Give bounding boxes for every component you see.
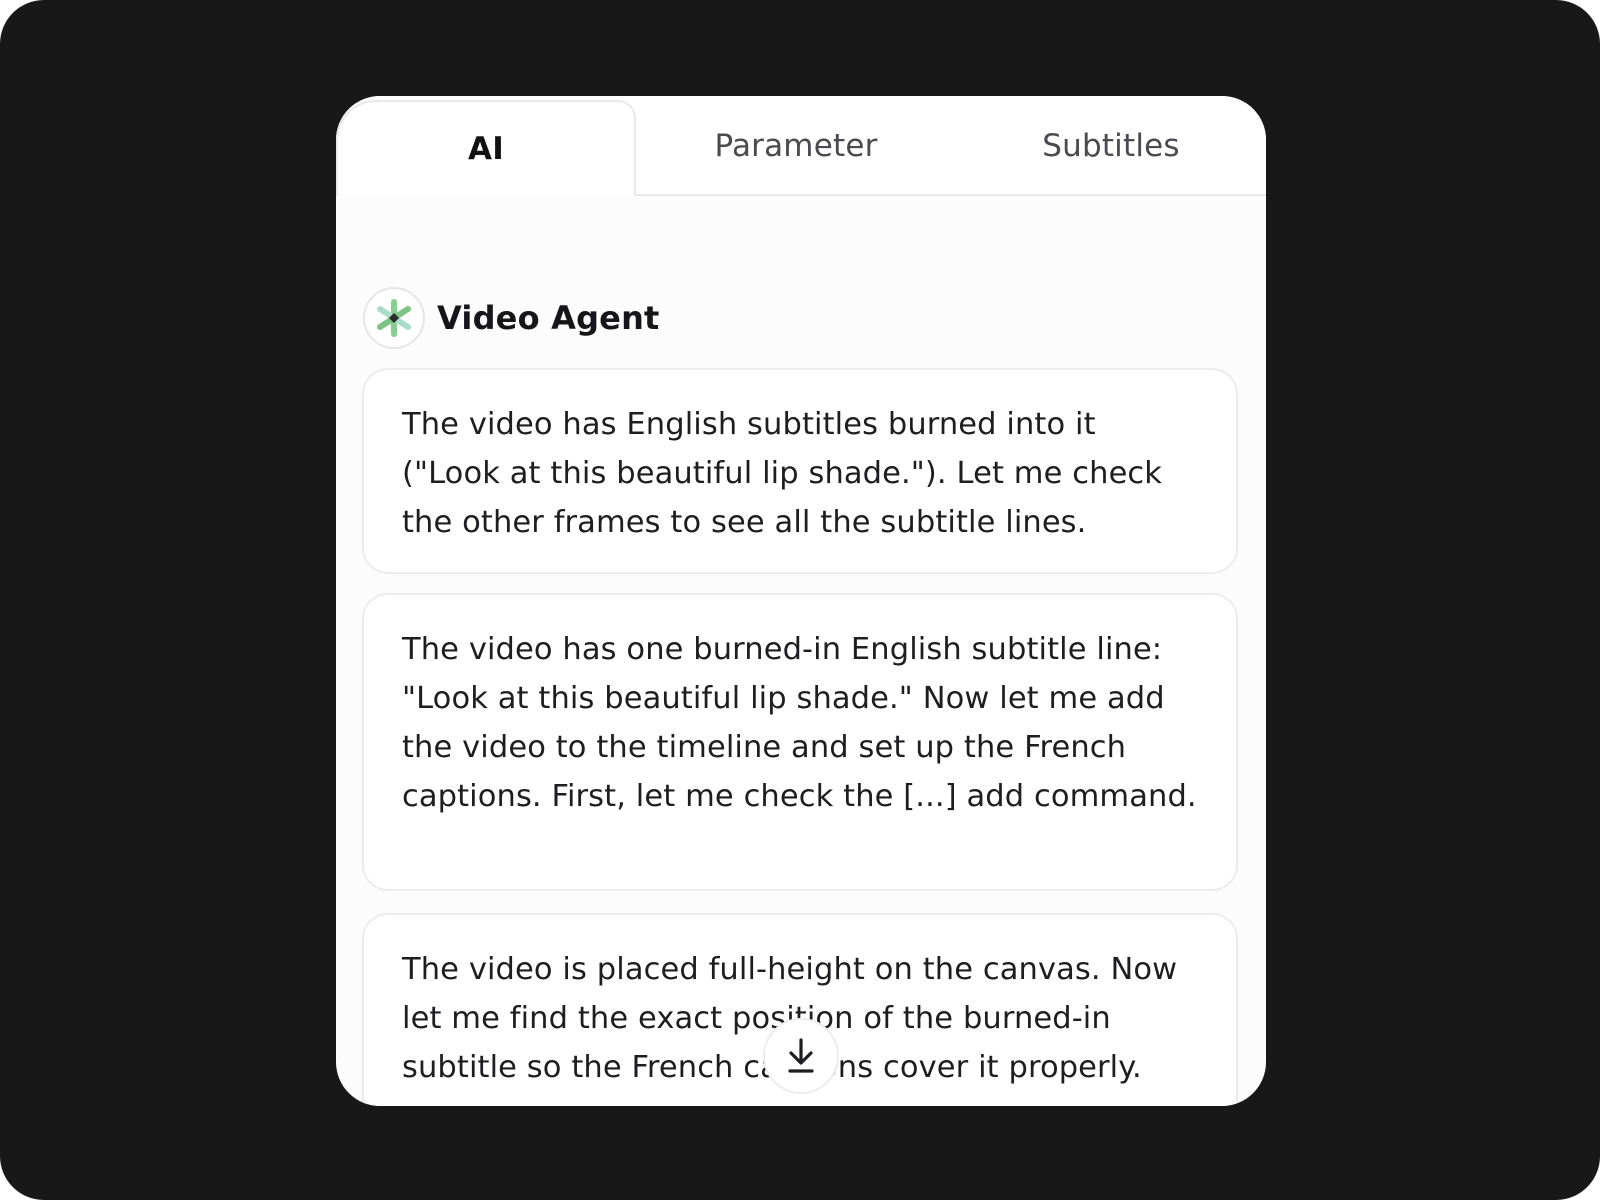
tab-ai[interactable]: AI [336, 100, 636, 196]
ai-panel: AI Parameter Subtitles Video Agent The v… [336, 96, 1266, 1106]
scroll-to-bottom-button[interactable] [763, 1018, 839, 1094]
app-backdrop: AI Parameter Subtitles Video Agent The v… [0, 0, 1600, 1200]
tab-bar: AI Parameter Subtitles [336, 96, 1266, 196]
tab-parameter[interactable]: Parameter [636, 96, 956, 196]
message-text: The video has English subtitles burned i… [402, 407, 1163, 540]
message-card: The video has one burned-in English subt… [362, 593, 1238, 891]
message-card: The video has English subtitles burned i… [362, 368, 1238, 574]
agent-name: Video Agent [437, 299, 660, 337]
sparkle-icon [377, 299, 411, 337]
agent-avatar [363, 287, 425, 349]
agent-header: Video Agent [363, 286, 660, 350]
tab-subtitles[interactable]: Subtitles [956, 96, 1266, 196]
message-text: The video has one burned-in English subt… [402, 632, 1197, 814]
arrow-down-icon [788, 1038, 814, 1073]
